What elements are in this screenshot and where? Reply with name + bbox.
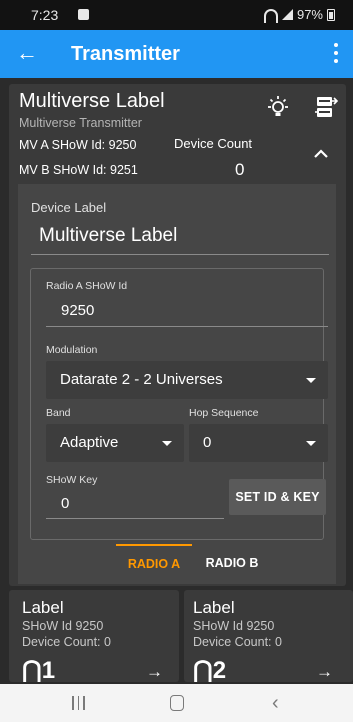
home-icon[interactable]: [170, 695, 184, 711]
universe-show-id: SHoW Id 9250: [22, 619, 104, 633]
tab-radio-a[interactable]: RADIO A: [116, 544, 192, 584]
radio-tabs: RADIO A RADIO B: [18, 544, 336, 584]
device-label-field[interactable]: Multiverse Label: [39, 225, 177, 247]
wifi-icon: [263, 8, 278, 23]
back-nav-icon[interactable]: ‹: [272, 692, 279, 715]
universe-number: ⋂1: [22, 657, 56, 682]
rdm-icon[interactable]: [314, 96, 338, 118]
tab-radio-b[interactable]: RADIO B: [194, 544, 270, 584]
arrow-right-icon[interactable]: →: [316, 662, 333, 682]
mv-b-show-id: MV B SHoW Id: 9251: [19, 163, 138, 177]
battery-percent: 97%: [296, 7, 323, 22]
transmitter-name: Multiverse Label: [19, 90, 165, 112]
universe-device-count: Device Count: 0: [22, 635, 111, 649]
device-count-label: Device Count: [174, 136, 253, 151]
signal-icon: [281, 9, 293, 20]
caret-down-icon: [306, 378, 316, 383]
app-bar: ← Transmitter: [0, 30, 353, 78]
universe-label: Label: [22, 598, 64, 617]
transmitter-card: Multiverse Label Multiverse Transmitter …: [9, 84, 346, 586]
show-id-underline: [46, 326, 328, 327]
universe-number-value: 1: [41, 657, 56, 682]
lightbulb-icon[interactable]: [265, 94, 291, 120]
universe-label: Label: [193, 598, 235, 617]
universe-number-value: 2: [212, 657, 227, 682]
device-count-value: 0: [235, 160, 245, 179]
transmitter-subtitle: Multiverse Transmitter: [19, 116, 142, 130]
universe-show-id: SHoW Id 9250: [193, 619, 275, 633]
set-id-key-button[interactable]: SET ID & KEY: [229, 479, 326, 515]
universe-number: ⋂2: [193, 657, 227, 682]
chevron-up-icon[interactable]: [314, 148, 328, 158]
caret-down-icon: [306, 441, 316, 446]
modulation-label: Modulation: [46, 344, 98, 356]
device-label-underline: [31, 254, 329, 255]
universe-card-2[interactable]: Label SHoW Id 9250 Device Count: 0 ⋂2 →: [184, 590, 353, 682]
settings-panel: Device Label Multiverse Label Radio A SH…: [18, 184, 336, 584]
mv-a-show-id: MV A SHoW Id: 9250: [19, 138, 137, 152]
message-notification-icon: [78, 9, 89, 20]
battery-icon: [327, 8, 335, 21]
band-value: Adaptive: [60, 434, 119, 451]
more-vert-icon[interactable]: [333, 43, 339, 63]
arrow-right-icon[interactable]: →: [146, 662, 163, 682]
show-key-underline: [46, 518, 224, 519]
device-label-label: Device Label: [31, 200, 107, 215]
status-right: 97%: [263, 7, 335, 23]
band-select[interactable]: Adaptive: [46, 424, 184, 462]
hop-sequence-label: Hop Sequence: [189, 407, 259, 419]
hop-sequence-select[interactable]: 0: [189, 424, 328, 462]
band-label: Band: [46, 407, 71, 419]
hop-sequence-value: 0: [203, 434, 212, 451]
arrow-left-icon[interactable]: ←: [16, 41, 38, 65]
radio-settings-box: Radio A SHoW Id 9250 Modulation Datarate…: [30, 268, 328, 540]
caret-down-icon: [162, 441, 172, 446]
show-key-label: SHoW Key: [46, 474, 98, 486]
show-key-field[interactable]: 0: [61, 495, 69, 512]
show-id-label: Radio A SHoW Id: [46, 280, 128, 292]
status-time: 7:23: [31, 7, 59, 23]
show-id-field[interactable]: 9250: [61, 302, 94, 319]
modulation-value: Datarate 2 - 2 Universes: [60, 371, 223, 388]
recents-icon[interactable]: [72, 696, 85, 710]
status-bar: 7:23 97%: [0, 0, 353, 30]
universe-device-count: Device Count: 0: [193, 635, 282, 649]
page-title: Transmitter: [71, 43, 180, 65]
universe-card-1[interactable]: Label SHoW Id 9250 Device Count: 0 ⋂1 →: [9, 590, 179, 682]
modulation-select[interactable]: Datarate 2 - 2 Universes: [46, 361, 328, 399]
system-nav-bar: ‹: [0, 684, 353, 722]
